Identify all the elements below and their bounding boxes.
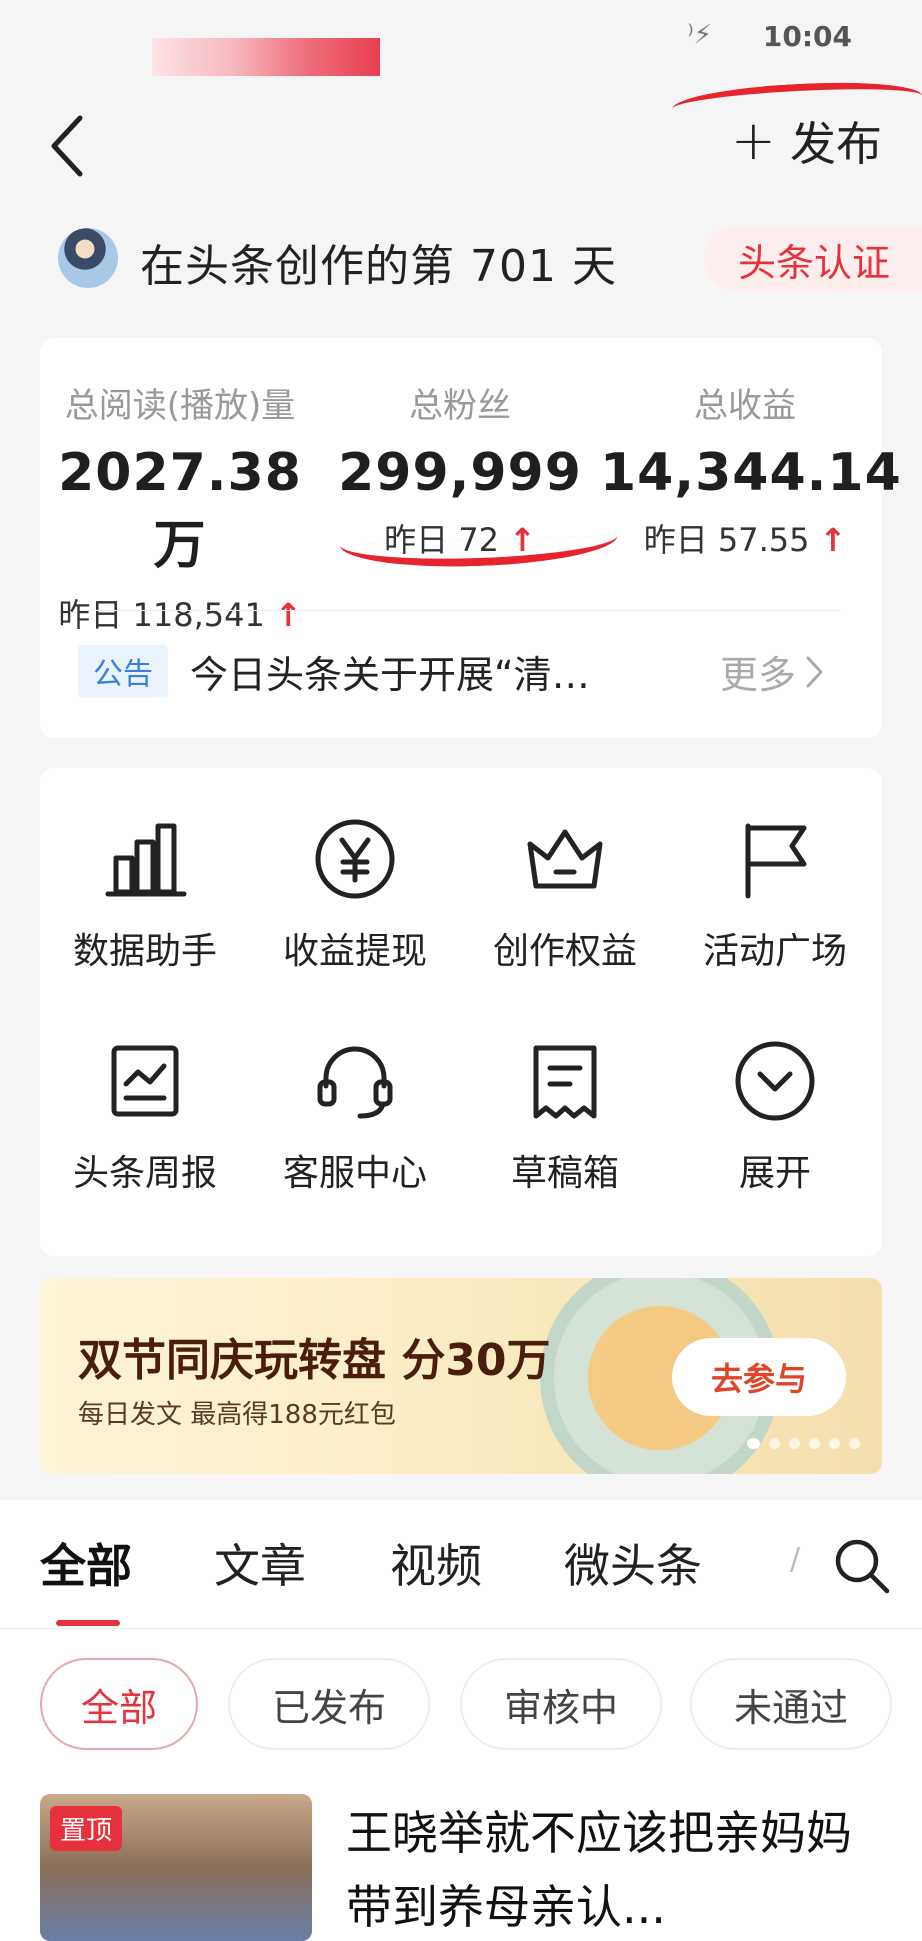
stat-total-fans[interactable]: 总粉丝 299,999 昨日 72 ↑ [310, 378, 610, 561]
stat-delta: 昨日 57.55 ↑ [643, 521, 847, 559]
tool-label: 草稿箱 [510, 1153, 619, 1194]
flag-icon [745, 823, 807, 899]
tool-label: 展开 [738, 1153, 811, 1194]
carousel-dot [829, 1438, 840, 1449]
article-thumbnail[interactable]: 置顶 [40, 1794, 312, 1941]
banner-title: 双节同庆玩转盘 分30万 [78, 1335, 551, 1386]
tool-customer-service[interactable]: 客服中心 [250, 990, 460, 1210]
divider [0, 1628, 922, 1629]
tool-data-assistant[interactable]: 数据助手 [40, 768, 250, 988]
tools-grid: 数据助手 收益提现 创作权益 活动广场 头条周报 客服中心 草稿箱 展开 [40, 768, 882, 1256]
report-chart-icon [111, 1045, 179, 1117]
chevron-left-icon [51, 115, 83, 177]
status-time: 10:04 [762, 20, 852, 53]
tool-label: 客服中心 [282, 1153, 427, 1194]
up-arrow-icon: ↑ [819, 521, 847, 559]
tab-videos[interactable]: 视频 [390, 1530, 482, 1596]
chevron-right-icon [806, 656, 823, 687]
creation-days-greeting: 在头条创作的第 701 天 [140, 241, 617, 292]
filter-chip-rejected[interactable]: 未通过 [690, 1658, 892, 1750]
active-tab-indicator [56, 1620, 120, 1626]
carousel-dot [809, 1438, 820, 1449]
avatar[interactable] [58, 228, 118, 288]
up-arrow-icon: ↑ [274, 596, 302, 634]
tool-activity-square[interactable]: 活动广场 [670, 768, 880, 988]
tool-expand[interactable]: 展开 [670, 990, 880, 1210]
filter-chip-published[interactable]: 已发布 [228, 1658, 430, 1750]
tool-creator-rights[interactable]: 创作权益 [460, 768, 670, 988]
carousel-dot [747, 1438, 760, 1449]
stats-card: 总阅读(播放)量 2027.38万 昨日 118,541 ↑ 总粉丝 299,99… [40, 338, 901, 738]
search-icon [835, 1539, 890, 1594]
stat-total-reads[interactable]: 总阅读(播放)量 2027.38万 昨日 118,541 ↑ [40, 378, 320, 636]
carousel-dots [747, 1438, 860, 1449]
carousel-dot [769, 1438, 780, 1449]
promo-banner[interactable]: 双节同庆玩转盘 分30万 每日发文 最高得188元红包 去参与 [40, 1278, 882, 1474]
tab-articles[interactable]: 文章 [214, 1530, 306, 1596]
stat-value: 14,344.14 [600, 443, 902, 503]
article-title[interactable]: 王晓举就不应该把亲妈妈带到养母亲认... [346, 1796, 886, 1941]
status-bar-app-name-blurred [152, 38, 380, 76]
stat-label: 总阅读(播放)量 [64, 386, 296, 426]
back-button[interactable] [46, 112, 94, 180]
carousel-dot [789, 1438, 800, 1449]
verification-badge[interactable]: 头条认证 [703, 226, 922, 292]
notice-tag: 公告 [78, 645, 168, 697]
search-button[interactable] [832, 1536, 892, 1596]
publish-label: 发布 [790, 117, 882, 171]
publish-button[interactable]: + 发布 [731, 108, 882, 174]
stat-label: 总收益 [694, 386, 796, 426]
tab-micro-posts[interactable]: 微头条 [564, 1530, 702, 1596]
carousel-dot [849, 1438, 860, 1449]
pinned-badge: 置顶 [50, 1806, 123, 1851]
tool-label: 创作权益 [492, 931, 637, 972]
tool-income-withdraw[interactable]: 收益提现 [250, 768, 460, 988]
banner-join-button[interactable]: 去参与 [672, 1338, 846, 1416]
divider [80, 610, 842, 611]
tool-drafts[interactable]: 草稿箱 [460, 990, 670, 1210]
crown-icon [527, 829, 603, 889]
tool-weekly-report[interactable]: 头条周报 [40, 990, 250, 1210]
stat-label: 总粉丝 [409, 386, 511, 426]
banner-subtitle: 每日发文 最高得188元红包 [78, 1400, 396, 1430]
stat-value: 299,999 [338, 443, 582, 503]
stat-delta: 昨日 118,541 ↑ [58, 596, 302, 634]
filter-chip-all[interactable]: 全部 [40, 1658, 198, 1750]
tool-label: 收益提现 [282, 931, 427, 972]
tool-label: 活动广场 [702, 931, 847, 972]
yuan-coin-icon [315, 819, 395, 899]
tool-label: 数据助手 [72, 931, 217, 972]
tool-label: 头条周报 [72, 1153, 217, 1194]
plus-icon: + [730, 109, 776, 172]
notice-text[interactable]: 今日头条关于开展“清朗·E... [190, 644, 590, 699]
stat-value: 2027.38万 [58, 443, 302, 576]
bar-chart-icon [105, 823, 187, 897]
more-label: 更多 [720, 653, 797, 697]
tab-overflow: / [790, 1542, 801, 1577]
headset-icon [317, 1046, 393, 1119]
content-section: 全部 文章 视频 微头条 / 全部 已发布 审核中 未通过 置顶 王晓举就不应该… [0, 1500, 922, 1941]
draft-document-icon [533, 1045, 597, 1119]
stat-total-income[interactable]: 总收益 14,344.14 昨日 57.55 ↑ [600, 378, 902, 561]
status-signal-icon: ⁾⚡ [687, 20, 712, 50]
filter-chip-reviewing[interactable]: 审核中 [460, 1658, 662, 1750]
tab-all[interactable]: 全部 [40, 1530, 132, 1596]
notice-more-link[interactable]: 更多 [720, 644, 824, 699]
expand-circle-icon [735, 1041, 815, 1121]
